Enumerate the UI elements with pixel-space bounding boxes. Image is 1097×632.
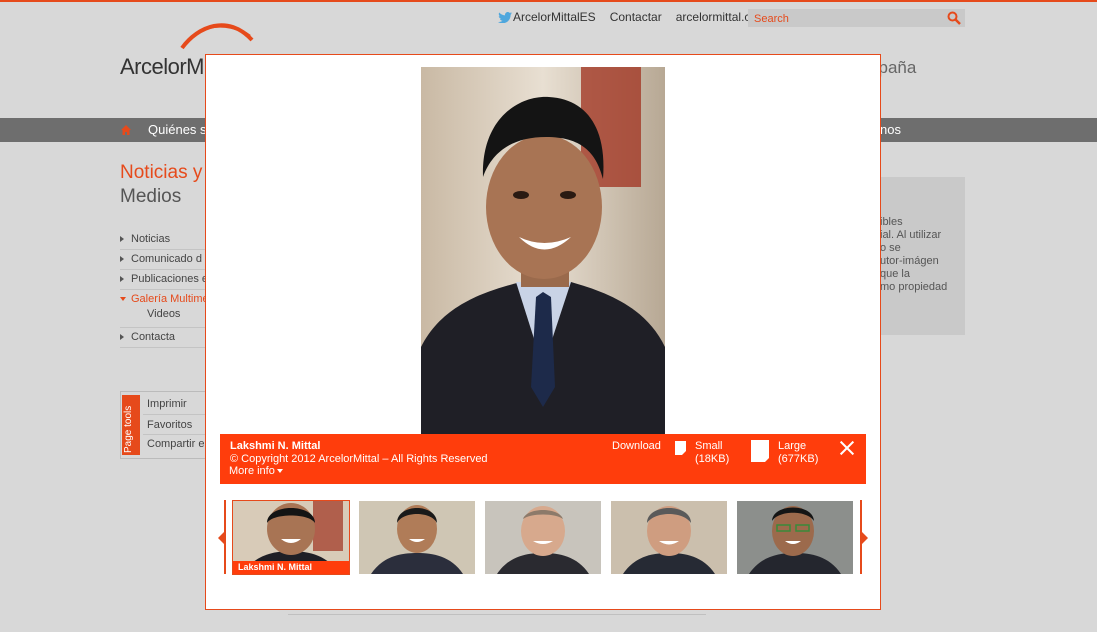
close-icon[interactable] xyxy=(840,441,854,455)
photo-copyright: © Copyright 2012 ArcelorMittal – All Rig… xyxy=(230,453,488,465)
thumbnail-label: Lakshmi N. Mittal xyxy=(233,561,349,574)
info-text-line: ial. Al utilizar xyxy=(880,229,942,241)
thumbnail-2[interactable] xyxy=(359,501,475,574)
thumbnail-image xyxy=(737,501,853,574)
twitter-label: ArcelorMittalES xyxy=(513,10,596,24)
thumbnail-5[interactable] xyxy=(737,501,853,574)
favorites-link[interactable]: Favoritos xyxy=(147,419,192,431)
download-small-button[interactable]: Small (18KB) xyxy=(695,440,729,466)
top-accent-line xyxy=(0,0,1097,2)
download-small-label: Small xyxy=(695,440,723,452)
sidebar-item-publicaciones[interactable]: Publicaciones e xyxy=(120,273,210,285)
sidebar-item-comunicados[interactable]: Comunicado d xyxy=(120,253,210,265)
info-text-line: utor-imágen xyxy=(880,255,939,267)
info-text-line: o se xyxy=(880,242,901,254)
thumbnail-3[interactable] xyxy=(485,501,601,574)
search-box xyxy=(748,9,965,28)
divider xyxy=(143,414,206,415)
document-icon[interactable] xyxy=(675,441,686,455)
thumbnail-4[interactable] xyxy=(611,501,727,574)
caption-bar: Lakshmi N. Mittal © Copyright 2012 Arcel… xyxy=(220,434,866,484)
thumbnail-image xyxy=(359,501,475,574)
page-subtitle: Medios xyxy=(120,186,182,207)
twitter-link[interactable]: ArcelorMittalES xyxy=(498,10,596,24)
logo-swoosh-icon xyxy=(180,23,254,50)
thumb-strip-edge xyxy=(224,500,226,574)
contact-link[interactable]: Contactar xyxy=(610,10,662,24)
chevron-left-icon[interactable] xyxy=(218,532,224,544)
portrait-image xyxy=(421,67,665,434)
divider xyxy=(120,347,206,348)
info-text-line: mo propiedad xyxy=(880,281,948,293)
photo-name: Lakshmi N. Mittal xyxy=(230,440,321,452)
chevron-right-icon[interactable] xyxy=(862,532,868,544)
download-large-size: (677KB) xyxy=(778,453,819,465)
info-text-line: que la xyxy=(880,268,910,280)
page-tools-label: Page tools xyxy=(123,405,134,453)
download-large-label: Large xyxy=(778,440,807,452)
sidebar-item-contacta[interactable]: Contacta xyxy=(120,331,210,343)
search-icon[interactable] xyxy=(947,11,961,25)
thumbnail-1[interactable]: Lakshmi N. Mittal xyxy=(232,500,350,575)
main-photo xyxy=(421,67,665,434)
sidebar-item-noticias[interactable]: Noticias xyxy=(120,233,210,245)
download-large-button[interactable]: Large (677KB) xyxy=(778,440,818,466)
nav-item-right[interactable]: nos xyxy=(880,122,901,137)
document-icon[interactable] xyxy=(751,440,769,462)
page-tools-tab: Page tools xyxy=(122,395,140,455)
print-link[interactable]: Imprimir xyxy=(147,398,187,410)
nav-item-quienes[interactable]: Quiénes so xyxy=(148,122,214,137)
thumbnail-image xyxy=(485,501,601,574)
divider xyxy=(120,249,206,250)
footer-divider xyxy=(288,614,706,615)
sidebar-item-galeria[interactable]: Galería Multime xyxy=(120,293,210,305)
page-title: Noticias y xyxy=(120,162,203,183)
search-input[interactable] xyxy=(748,10,938,28)
download-label: Download xyxy=(612,440,661,452)
divider xyxy=(120,269,206,270)
twitter-icon xyxy=(498,11,512,23)
divider xyxy=(143,434,206,435)
sidebar-subitem-videos[interactable]: Videos xyxy=(147,308,180,320)
share-link[interactable]: Compartir en xyxy=(147,438,211,450)
download-small-size: (18KB) xyxy=(695,453,730,465)
top-links: ArcelorMittalES Contactar arcelormittal.… xyxy=(498,10,781,24)
home-icon[interactable] xyxy=(120,124,132,136)
info-text-line: ibles xyxy=(880,216,903,228)
more-info-toggle[interactable]: More info xyxy=(229,465,283,477)
divider xyxy=(120,327,206,328)
divider xyxy=(120,289,206,290)
thumbnail-image xyxy=(611,501,727,574)
